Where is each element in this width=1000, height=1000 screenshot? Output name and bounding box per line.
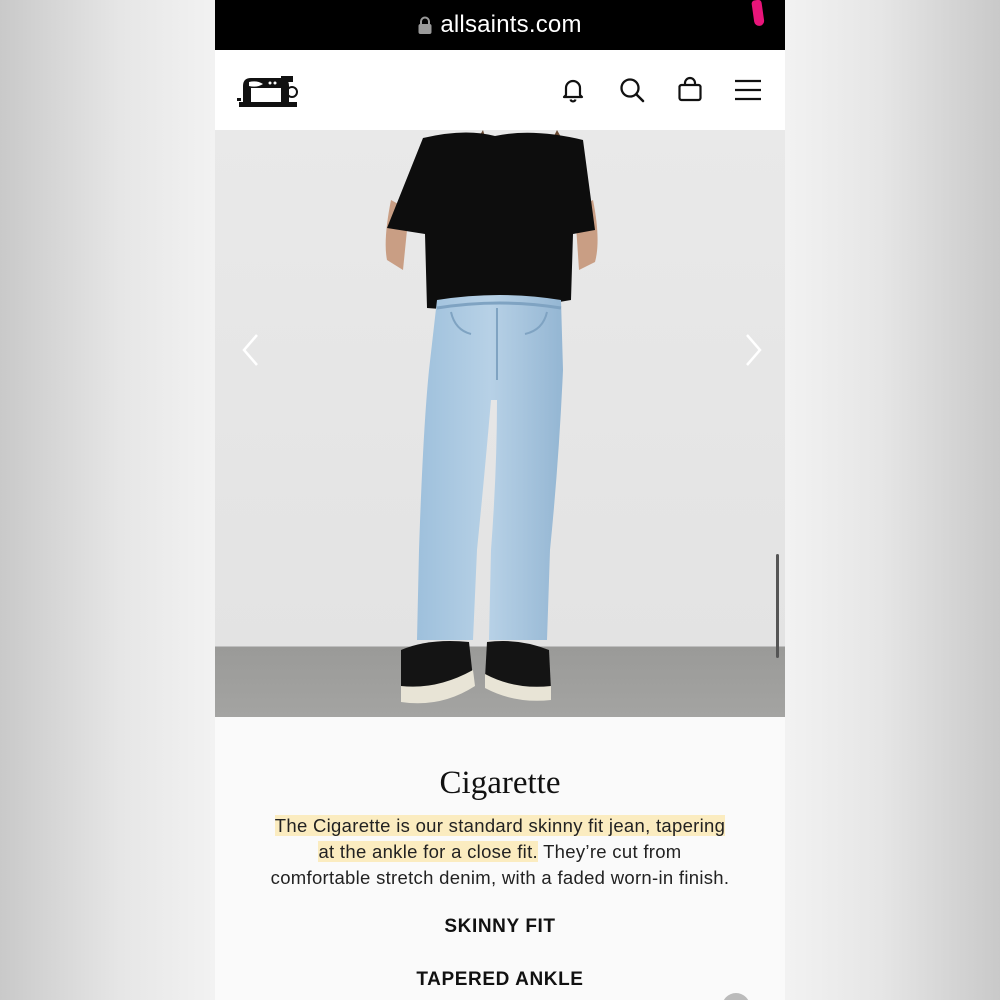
- phone-screen: allsaints.com Cigarette The Cigarette is…: [215, 0, 785, 1000]
- sewing-machine-logo-icon[interactable]: [237, 70, 299, 110]
- carousel-next-button[interactable]: [737, 330, 767, 370]
- description-line3: comfortable stretch denim, with a faded …: [270, 867, 730, 888]
- product-details: Cigarette The Cigarette is our standard …: [215, 717, 785, 1000]
- chevron-right-icon: [746, 334, 762, 366]
- hamburger-menu-icon[interactable]: [734, 76, 762, 104]
- chevron-left-icon: [242, 334, 258, 366]
- bell-icon[interactable]: [559, 76, 587, 104]
- site-header: [215, 50, 785, 130]
- shopping-bag-icon[interactable]: [676, 76, 704, 104]
- feature-tapered-ankle: TAPERED ANKLE: [416, 969, 584, 990]
- lock-icon: [418, 16, 432, 34]
- feature-skinny-fit: SKINNY FIT: [444, 916, 556, 937]
- product-image-carousel[interactable]: [215, 130, 785, 717]
- product-description: The Cigarette is our standard skinny fit…: [235, 813, 765, 891]
- floating-button[interactable]: [722, 993, 750, 1000]
- description-rest-line2: They’re cut from: [537, 841, 682, 862]
- scrollbar[interactable]: [776, 554, 779, 658]
- description-highlight-line2: at the ankle for a close fit.: [318, 841, 538, 862]
- description-highlight-line1: The Cigarette is our standard skinny fit…: [274, 815, 726, 836]
- carousel-prev-button[interactable]: [237, 330, 267, 370]
- browser-address-bar[interactable]: allsaints.com: [215, 0, 785, 50]
- address-url[interactable]: allsaints.com: [440, 11, 581, 39]
- model-wearing-jeans-image: [385, 130, 598, 704]
- search-icon[interactable]: [618, 76, 646, 104]
- product-title: Cigarette: [439, 765, 561, 801]
